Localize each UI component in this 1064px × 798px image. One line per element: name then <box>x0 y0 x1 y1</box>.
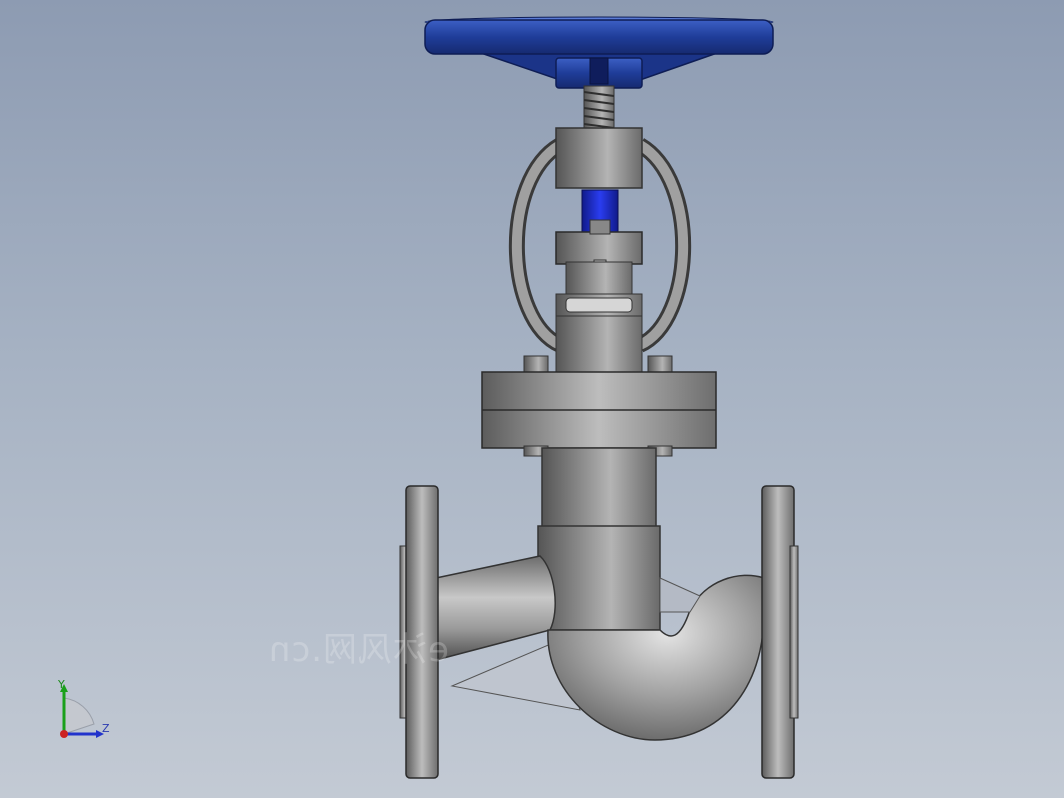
valve-body <box>537 447 661 631</box>
threaded-stem <box>583 85 615 131</box>
triad-z-label: Z <box>102 722 110 735</box>
valve-model[interactable] <box>0 0 1064 798</box>
watermark-text: e沐风网.cn <box>268 630 449 670</box>
bonnet-neck <box>555 219 643 373</box>
triad-y-label: Y <box>58 678 65 691</box>
graphics-viewport[interactable]: e沐风网.cn Y Z <box>0 0 1064 798</box>
handwheel[interactable] <box>424 16 774 89</box>
coordinate-triad[interactable]: Y Z <box>50 676 120 746</box>
right-flange <box>761 485 799 779</box>
